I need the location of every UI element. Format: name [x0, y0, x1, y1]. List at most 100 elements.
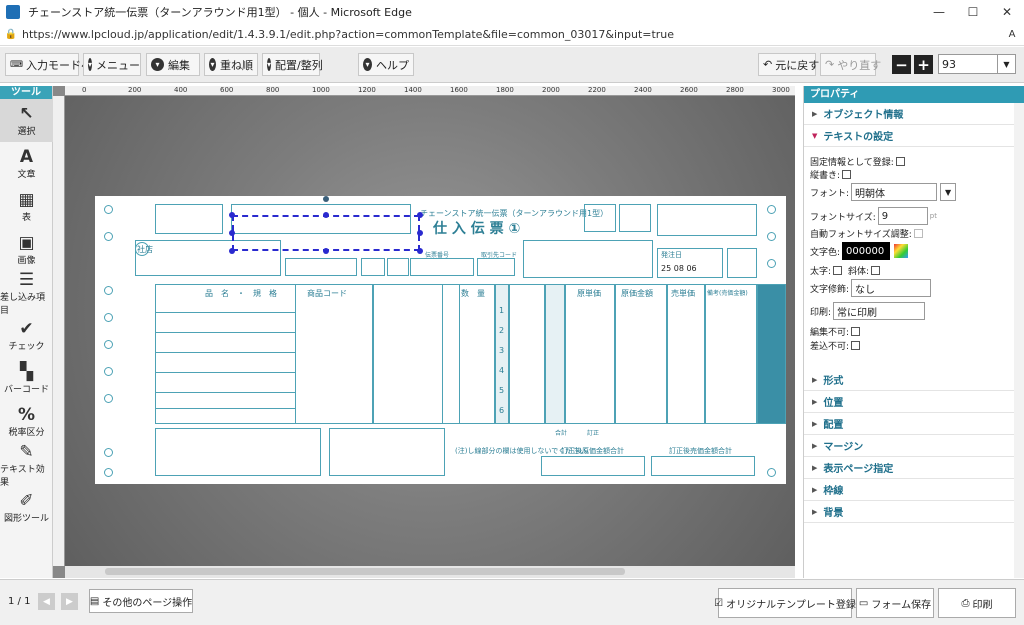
form-box-misc[interactable]	[727, 248, 757, 278]
original-template-register-button[interactable]: ☑ オリジナルテンプレート登録	[714, 588, 856, 618]
form-box-delivery[interactable]	[619, 204, 651, 232]
font-select[interactable]: 明朝体	[851, 183, 938, 201]
read-aloud-icon[interactable]: A	[1000, 29, 1024, 40]
fixed-info-checkbox[interactable]	[895, 157, 905, 166]
no-insert-label: 差込不可:	[810, 342, 850, 352]
edit-button[interactable]: ▾ 編集	[146, 53, 200, 76]
next-page-button[interactable]: ▶	[61, 593, 78, 610]
tool-table[interactable]: ▦ 表	[0, 185, 53, 228]
form-box-class[interactable]	[285, 258, 357, 276]
tool-insert-field[interactable]: ☰ 差し込み項目	[0, 270, 53, 316]
address-bar[interactable]: 🔒 https://www.lpcloud.jp/application/edi…	[0, 24, 1024, 46]
section-object-info[interactable]: ▶ オブジェクト情報	[804, 103, 1024, 125]
color-input[interactable]: 000000	[842, 242, 891, 260]
menu-button[interactable]: ▾ メニュー	[83, 53, 141, 76]
section-format[interactable]: ▶ 形式	[804, 369, 1024, 391]
arrange-button[interactable]: ▾ 配置/整列	[262, 53, 323, 76]
resize-handle[interactable]	[229, 230, 235, 236]
section-label: 位置	[823, 398, 844, 409]
italic-checkbox[interactable]	[871, 266, 881, 275]
color-picker-icon[interactable]	[894, 244, 909, 258]
resize-handle[interactable]	[417, 248, 423, 254]
url-text[interactable]: https://www.lpcloud.jp/application/edit/…	[22, 28, 1000, 41]
tool-label: 画像	[17, 256, 36, 266]
form-box-shop[interactable]	[155, 204, 223, 234]
order-date-label: 発注日	[661, 251, 682, 259]
close-button[interactable]: ✕	[990, 0, 1024, 24]
no-insert-checkbox[interactable]	[851, 341, 861, 350]
section-page-display[interactable]: ▶ 表示ページ指定	[804, 457, 1024, 479]
form-save-button[interactable]: ▭ フォーム保存	[856, 588, 934, 618]
section-position[interactable]: ▶ 位置	[804, 391, 1024, 413]
font-label: フォント:	[810, 188, 850, 199]
resize-handle[interactable]	[229, 212, 235, 218]
resize-handle[interactable]	[417, 212, 423, 218]
resize-handle[interactable]	[417, 230, 423, 236]
tool-tax[interactable]: % 税率区分	[0, 400, 53, 443]
zoom-select[interactable]: 93 ▼	[938, 54, 1016, 74]
section-text-settings[interactable]: ▼ テキストの設定	[804, 125, 1024, 147]
resize-handle[interactable]	[323, 212, 329, 218]
table-icon: ▦	[18, 190, 35, 210]
minimize-button[interactable]: —	[922, 0, 956, 24]
font-size-input[interactable]: 9	[877, 207, 928, 225]
no-edit-checkbox[interactable]	[851, 327, 861, 336]
form-box-top-right[interactable]	[657, 204, 757, 236]
design-canvas[interactable]: チェーンストア統一伝票（ターンアラウンド用1型） 仕 入 伝 票 ① 社店 伝票…	[65, 96, 795, 566]
section-alignment[interactable]: ▶ 配置	[804, 413, 1024, 435]
form-footer-box2[interactable]	[329, 428, 445, 476]
form-box-slip-no[interactable]	[410, 258, 474, 276]
bold-checkbox[interactable]	[833, 266, 843, 275]
tool-image[interactable]: ▣ 画像	[0, 228, 53, 271]
tool-text-effect[interactable]: ✎ テキスト効果	[0, 441, 53, 488]
font-dropdown-icon[interactable]: ▼	[940, 183, 957, 201]
form-total-cost-box[interactable]	[541, 456, 645, 476]
sprocket-hole	[767, 468, 776, 477]
zoom-in-button[interactable]: +	[914, 55, 933, 74]
print-select[interactable]: 常に印刷	[833, 302, 926, 320]
form-sheet[interactable]: チェーンストア統一伝票（ターンアラウンド用1型） 仕 入 伝 票 ① 社店 伝票…	[95, 196, 786, 484]
other-page-ops-button[interactable]: ▤ その他のページ操作	[89, 589, 193, 613]
prev-page-button[interactable]: ◀	[38, 593, 55, 610]
tool-check[interactable]: ✔ チェック	[0, 314, 53, 357]
form-box-class2[interactable]	[361, 258, 385, 276]
section-margin[interactable]: ▶ マージン	[804, 435, 1024, 457]
row-line	[155, 408, 295, 409]
total-label: 合計	[555, 430, 568, 437]
form-box-vendor-name[interactable]	[523, 240, 653, 278]
tool-shape[interactable]: ✐ 図形ツール	[0, 486, 53, 529]
vertical-checkbox[interactable]	[842, 170, 852, 179]
auto-font-checkbox[interactable]	[913, 229, 923, 238]
form-box-class3[interactable]	[387, 258, 409, 276]
print-label: 印刷:	[810, 307, 832, 318]
section-border[interactable]: ▶ 枠線	[804, 479, 1024, 501]
input-mode-button[interactable]: ⌨ 入力モードへ	[5, 53, 92, 76]
resize-handle[interactable]	[229, 248, 235, 254]
help-button[interactable]: ▾ ヘルプ	[358, 53, 414, 76]
selected-text-box[interactable]	[232, 215, 420, 251]
form-footer-box[interactable]	[155, 428, 321, 476]
maximize-button[interactable]: ☐	[956, 0, 990, 24]
tool-barcode[interactable]: ▚ バーコード	[0, 357, 53, 400]
resize-handle[interactable]	[323, 248, 329, 254]
zoom-out-button[interactable]: −	[892, 55, 911, 74]
scroll-thumb[interactable]	[105, 568, 625, 575]
rotate-handle[interactable]	[323, 196, 329, 202]
properties-scrollbar[interactable]	[1014, 103, 1024, 578]
form-box-correction[interactable]	[584, 204, 616, 232]
horizontal-scrollbar[interactable]	[65, 566, 795, 578]
ruler-tick: 0	[82, 86, 87, 94]
pen-icon: ✎	[19, 441, 34, 462]
ruler-tick: 2200	[588, 86, 606, 94]
form-total-sell-box[interactable]	[651, 456, 755, 476]
undo-button[interactable]: ↶ 元に戻す	[758, 53, 819, 76]
order-button[interactable]: ▾ 重ね順	[204, 53, 258, 76]
section-background[interactable]: ▶ 背景	[804, 501, 1024, 523]
tool-text[interactable]: A 文章	[0, 142, 53, 185]
redo-button[interactable]: ↷ やり直す	[820, 53, 881, 76]
form-box-vendor[interactable]	[477, 258, 515, 276]
tool-select[interactable]: ↖ 選択	[0, 99, 53, 142]
decoration-select[interactable]: なし	[851, 279, 932, 297]
print-button[interactable]: ⎙ 印刷	[938, 588, 1016, 618]
qty-col-header: 数 量	[461, 289, 485, 298]
